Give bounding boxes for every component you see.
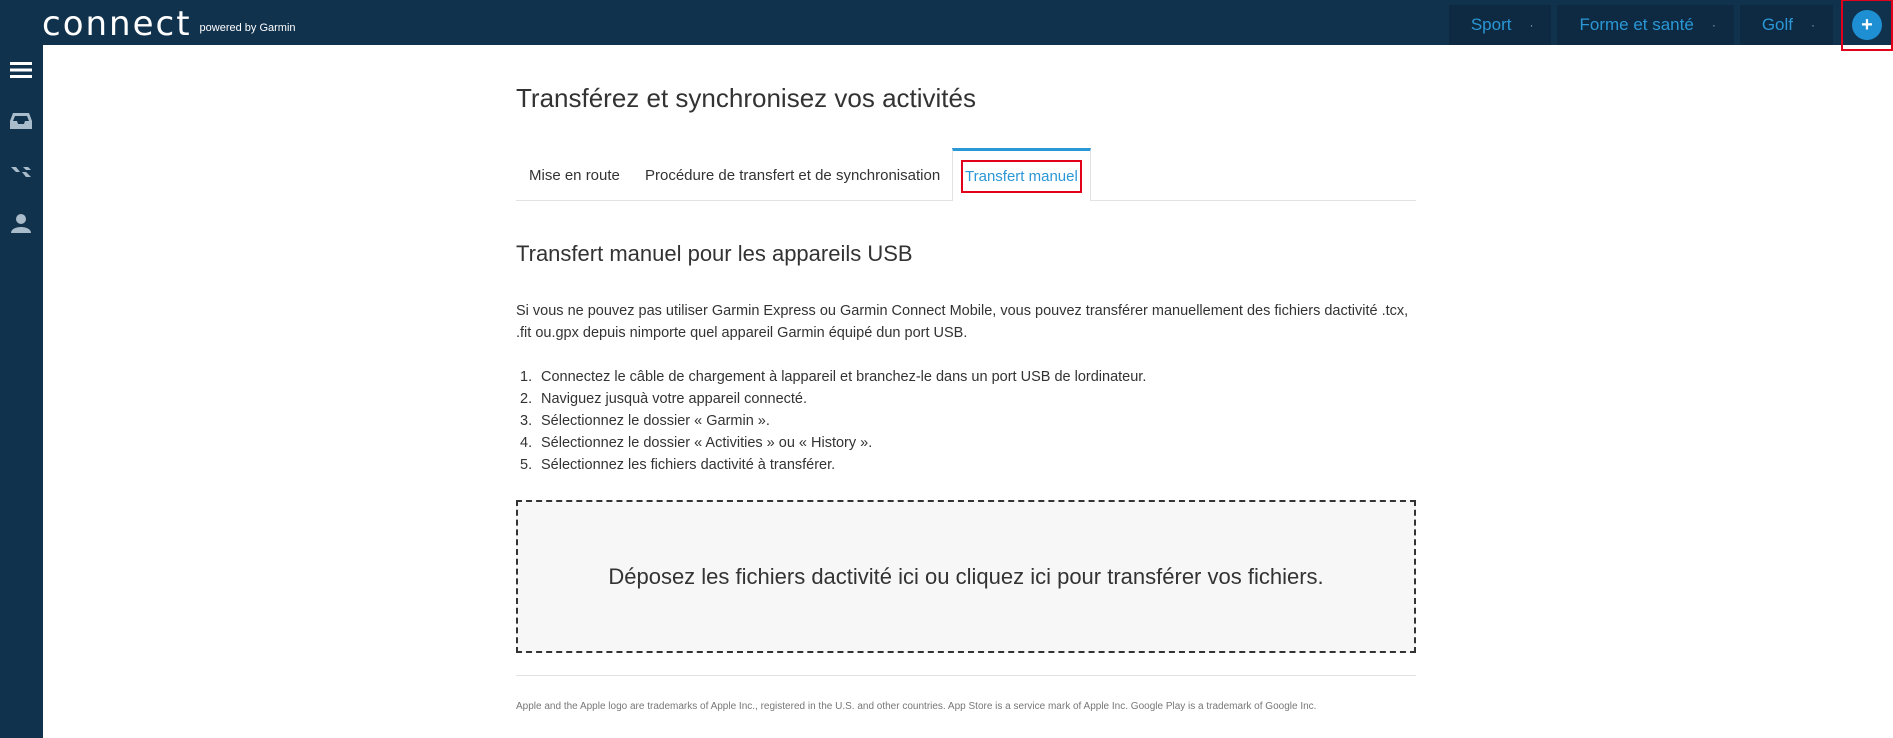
steps-list: 1. Connectez le câble de chargement à la… (516, 366, 1146, 476)
top-nav: Sport · Forme et santé · Golf · + (1448, 0, 1893, 51)
divider (516, 675, 1416, 676)
add-button[interactable]: + (1852, 10, 1882, 40)
add-button-highlight: + (1841, 0, 1893, 51)
step-number: 1. (520, 369, 533, 385)
step-number: 3. (520, 413, 533, 429)
logo-wordmark: connect (42, 4, 192, 44)
logo-subtitle: powered by Garmin (199, 22, 296, 34)
step-number: 4. (520, 435, 533, 451)
tab-procedure-transfert[interactable]: Procédure de transfert et de synchronisa… (645, 149, 940, 201)
menu-icon[interactable] (6, 57, 36, 83)
page-title: Transférez et synchronisez vos activités (516, 83, 976, 113)
inbox-icon[interactable] (6, 108, 36, 134)
list-item: 4. Sélectionnez le dossier « Activities … (516, 432, 1146, 454)
nav-tab-label: Golf (1761, 15, 1793, 34)
step-number: 5. (520, 457, 533, 473)
step-text: Sélectionnez les fichiers dactivité à tr… (541, 457, 836, 473)
trademark-note: Apple and the Apple logo are trademarks … (516, 701, 1317, 712)
tab-mise-en-route[interactable]: Mise en route (529, 149, 620, 201)
nav-tab-label: Sport (1470, 15, 1512, 34)
list-item: 3. Sélectionnez le dossier « Garmin ». (516, 410, 1146, 432)
step-number: 2. (520, 391, 533, 407)
nav-tab-label: Forme et santé (1579, 15, 1694, 34)
list-item: 1. Connectez le câble de chargement à la… (516, 366, 1146, 388)
list-item: 5. Sélectionnez les fichiers dactivité à… (516, 454, 1146, 476)
nav-dropdown-icon[interactable]: · (1529, 18, 1533, 32)
nav-tab-golf[interactable]: Golf · (1739, 5, 1833, 45)
file-dropzone[interactable]: Déposez les fichiers dactivité ici ou cl… (516, 500, 1416, 653)
connections-icon[interactable] (6, 159, 36, 185)
list-item: 2. Naviguez jusquà votre appareil connec… (516, 388, 1146, 410)
step-text: Sélectionnez le dossier « Garmin ». (541, 413, 770, 429)
nav-dropdown-icon[interactable]: · (1811, 18, 1815, 32)
nav-tab-sport[interactable]: Sport · (1448, 5, 1552, 45)
sidebar (0, 45, 43, 738)
tab-transfert-manuel[interactable]: Transfert manuel (952, 148, 1091, 201)
step-text: Connectez le câble de chargement à lappa… (541, 369, 1147, 385)
intro-text: Si vous ne pouvez pas utiliser Garmin Ex… (516, 303, 1409, 341)
top-bar: connect powered by Garmin Sport · Forme … (0, 0, 1893, 51)
connect-logo[interactable]: connect powered by Garmin (42, 2, 296, 42)
step-text: Sélectionnez le dossier « Activities » o… (541, 435, 873, 451)
dropzone-text: Déposez les fichiers dactivité ici ou cl… (608, 563, 1324, 589)
nav-tab-forme-sante[interactable]: Forme et santé · (1557, 5, 1734, 45)
step-text: Naviguez jusquà votre appareil connecté. (541, 391, 807, 407)
user-icon[interactable] (6, 210, 36, 236)
tab-label: Procédure de transfert et de synchronisa… (645, 166, 941, 184)
tab-label: Transfert manuel (961, 159, 1082, 193)
nav-dropdown-icon[interactable]: · (1712, 18, 1716, 32)
tab-bar: Mise en route Procédure de transfert et … (516, 148, 1416, 201)
section-title: Transfert manuel pour les appareils USB (516, 241, 913, 266)
tab-label: Mise en route (529, 166, 620, 184)
